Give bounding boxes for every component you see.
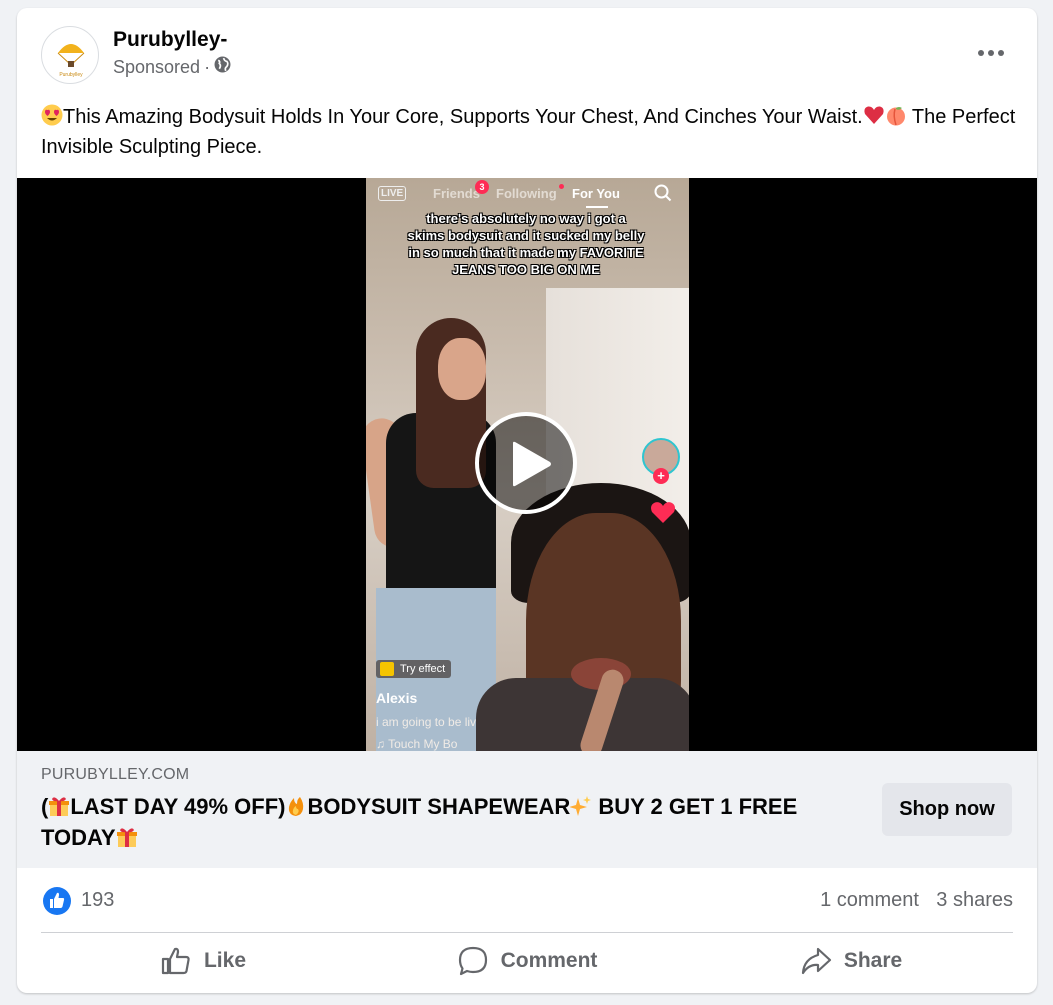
- like-button[interactable]: Like: [41, 933, 365, 989]
- link-headline: ( LAST DAY 49% OFF) BODYSUIT SHAPEWEAR B…: [41, 791, 841, 853]
- sponsored-label[interactable]: Sponsored: [113, 57, 200, 78]
- tiktok-heart-icon: [651, 502, 675, 523]
- like-count[interactable]: 193: [81, 889, 114, 912]
- thumbs-up-icon: [161, 947, 190, 975]
- post-message: This Amazing Bodysuit Holds In Your Core…: [41, 102, 1016, 162]
- share-count[interactable]: 3 shares: [936, 889, 1013, 912]
- sponsored-post-card: Purubylley Purubylley- Sponsored · This …: [17, 8, 1037, 993]
- fire-emoji-icon: [289, 797, 304, 816]
- headline-part-b: LAST DAY 49% OFF): [70, 794, 286, 819]
- tiktok-tab-friends: Friends: [433, 186, 480, 201]
- tiktok-friends-badge: 3: [475, 180, 489, 194]
- tiktok-tab-for-you: For You: [572, 186, 620, 201]
- separator-dot: ·: [204, 56, 211, 77]
- action-bar: Like Comment Share: [41, 933, 1013, 989]
- comment-label: Comment: [500, 949, 598, 972]
- globe-icon: [214, 56, 231, 78]
- like-reaction-icon[interactable]: [43, 887, 71, 915]
- tiktok-username: Alexis: [376, 690, 418, 706]
- red-heart-emoji-icon: [864, 106, 884, 124]
- video-caption: there's absolutely no way i got a skims …: [407, 211, 645, 277]
- avatar-logo-text: Purubylley: [59, 72, 83, 78]
- comment-button[interactable]: Comment: [365, 933, 689, 989]
- engagement-stats: 193 1 comment 3 shares: [41, 868, 1013, 933]
- tiktok-active-underline: [586, 206, 608, 208]
- dot-icon: [998, 50, 1004, 56]
- share-label: Share: [843, 949, 903, 972]
- page-name[interactable]: Purubylley-: [113, 28, 227, 52]
- post-header: Purubylley Purubylley- Sponsored ·: [17, 8, 1037, 98]
- link-preview[interactable]: PURUBYLLEY.COM ( LAST DAY 49% OFF) BODYS…: [17, 751, 1037, 868]
- tiktok-following-dot: [559, 184, 564, 189]
- play-icon: [513, 441, 551, 487]
- tiktok-music: ♫ Touch My Bo: [376, 737, 458, 751]
- tiktok-live-icon: LIVE: [378, 186, 407, 201]
- tiktok-try-effect: Try effect: [376, 660, 452, 678]
- try-effect-label: Try effect: [400, 663, 446, 675]
- effect-sparkle-icon: [380, 662, 394, 676]
- gift-emoji-icon: [49, 797, 70, 816]
- share-button[interactable]: Share: [689, 933, 1013, 989]
- page-avatar[interactable]: Purubylley: [41, 26, 99, 84]
- dot-icon: [978, 50, 984, 56]
- more-options-button[interactable]: [969, 34, 1013, 72]
- video-scene-person: [438, 338, 486, 400]
- sponsored-row: Sponsored ·: [113, 56, 231, 78]
- like-label: Like: [203, 949, 247, 972]
- comment-bubble-icon: [458, 946, 487, 976]
- dot-icon: [988, 50, 994, 56]
- tiktok-description: i am going to be liv: [376, 715, 477, 729]
- headline-part-c: BODYSUIT SHAPEWEAR: [307, 794, 571, 819]
- tiktok-top-bar: LIVE Friends 3 Following For You: [366, 180, 689, 210]
- tiktok-follow-plus-icon: +: [653, 468, 669, 484]
- link-domain: PURUBYLLEY.COM: [41, 766, 190, 783]
- gift-emoji-icon: [116, 828, 137, 847]
- tiktok-search-icon: [654, 184, 672, 202]
- share-arrow-icon: [801, 947, 831, 975]
- comment-count[interactable]: 1 comment: [820, 889, 919, 912]
- post-text-part1: This Amazing Bodysuit Holds In Your Core…: [63, 106, 863, 128]
- heart-eyes-emoji-icon: [41, 104, 63, 126]
- play-button[interactable]: [475, 412, 577, 514]
- tiktok-tab-following: Following: [496, 186, 557, 201]
- headline-part-a: (: [41, 794, 49, 819]
- sparkles-emoji-icon: [570, 796, 592, 816]
- peach-emoji-icon: [886, 107, 905, 126]
- video-player[interactable]: LIVE Friends 3 Following For You there's…: [17, 178, 1037, 751]
- shop-now-button[interactable]: Shop now: [882, 783, 1012, 836]
